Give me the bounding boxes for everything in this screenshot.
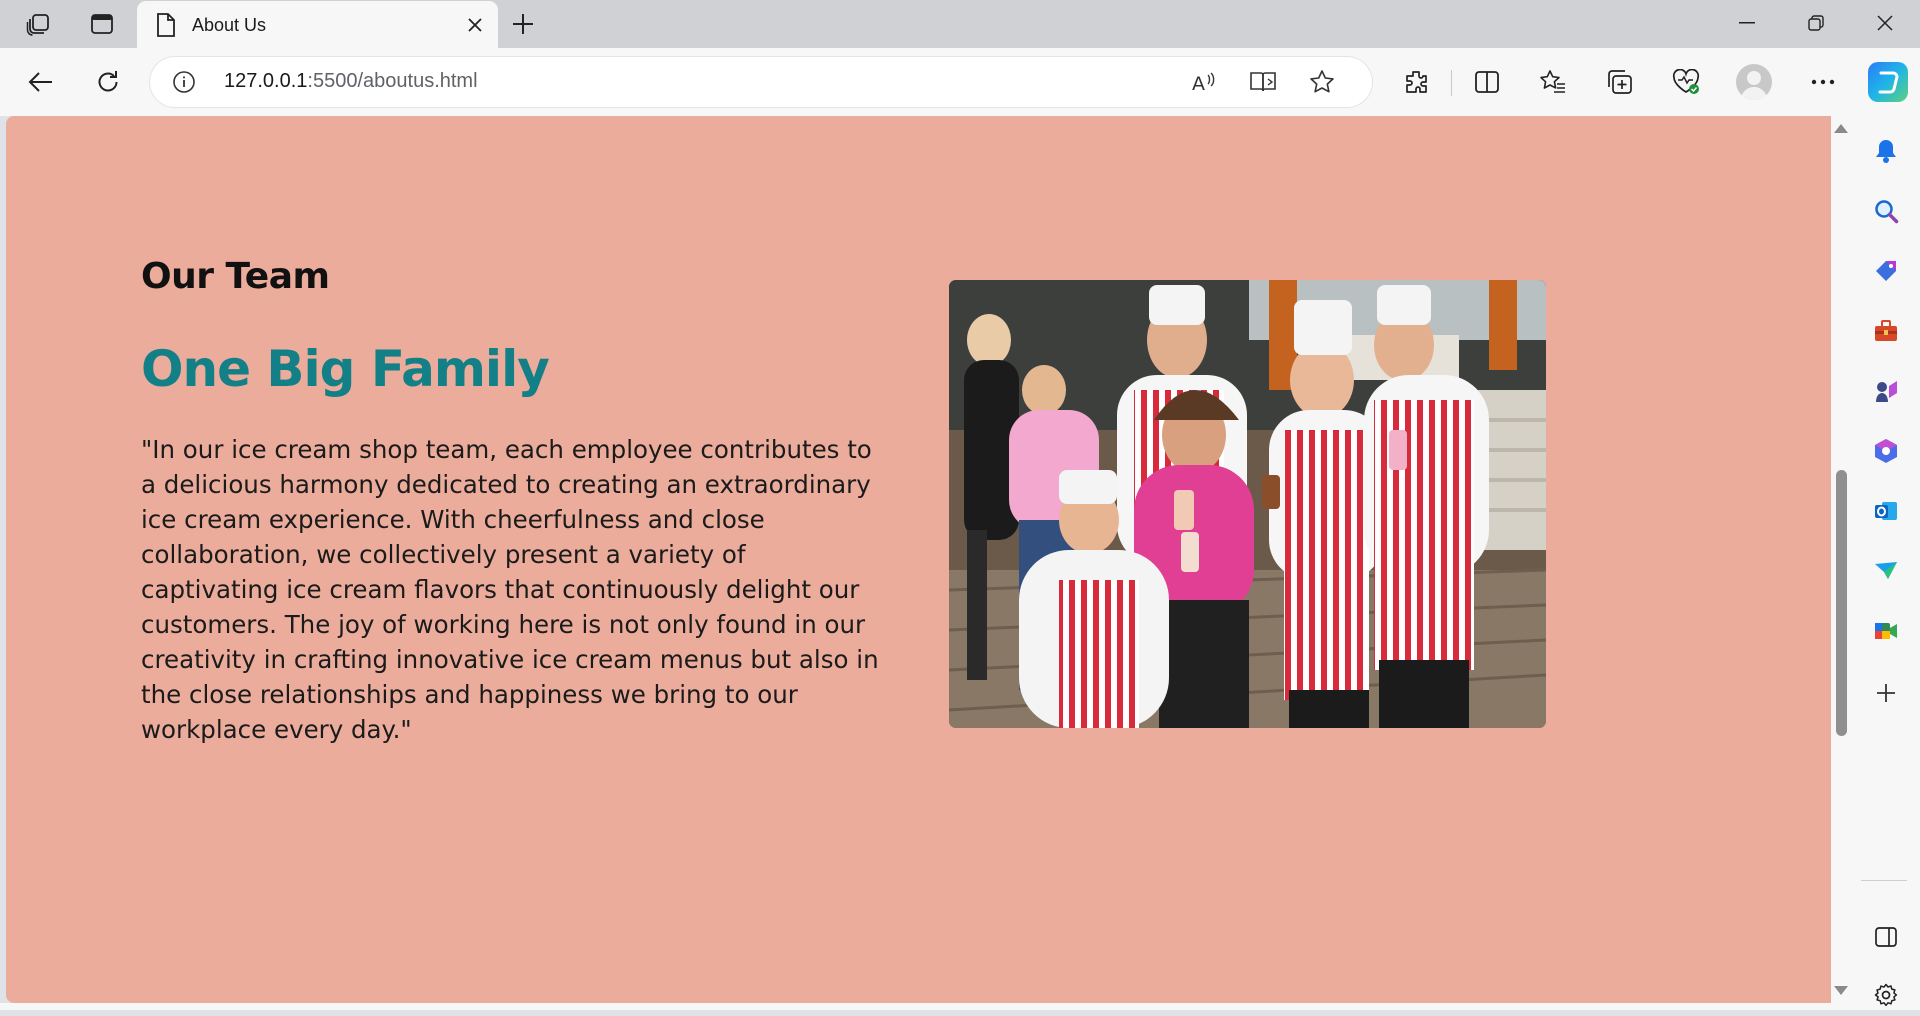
outlook-icon[interactable] xyxy=(1865,490,1907,532)
collections-icon[interactable] xyxy=(1600,62,1640,102)
page-favicon-icon xyxy=(155,13,177,42)
meet-icon[interactable] xyxy=(1865,610,1907,652)
tab-title: About Us xyxy=(192,15,267,35)
profile-icon[interactable] xyxy=(1736,64,1772,100)
page-scrollbar[interactable] xyxy=(1831,116,1851,1003)
notifications-icon[interactable] xyxy=(1865,130,1907,172)
close-icon[interactable] xyxy=(462,12,488,38)
window-bottom-edge xyxy=(0,1003,1851,1010)
workspaces-icon[interactable] xyxy=(20,8,58,40)
games-icon[interactable] xyxy=(1865,370,1907,412)
window-close-icon[interactable] xyxy=(1851,0,1919,46)
active-tab[interactable]: About Us xyxy=(137,1,498,48)
scroll-up-arrow-icon[interactable] xyxy=(1834,124,1848,133)
search-icon[interactable] xyxy=(1865,190,1907,232)
split-screen-icon[interactable] xyxy=(1467,62,1507,102)
copilot-icon[interactable] xyxy=(1868,62,1908,102)
info-icon[interactable] xyxy=(172,70,196,99)
tab-actions-icon[interactable] xyxy=(83,8,121,40)
browser-essentials-icon[interactable] xyxy=(1666,62,1706,102)
immersive-reader-icon[interactable] xyxy=(1247,67,1279,97)
section-label: Our Team xyxy=(141,256,330,297)
team-quote: "In our ice cream shop team, each employ… xyxy=(141,435,879,744)
team-text-column: Our Team One Big Family "In our ice crea… xyxy=(141,256,901,747)
plus-icon[interactable] xyxy=(506,8,540,40)
url-host: 127.0.0.1 xyxy=(224,70,308,92)
extensions-icon[interactable] xyxy=(1396,62,1436,102)
scroll-down-arrow-icon[interactable] xyxy=(1834,986,1848,995)
more-icon[interactable] xyxy=(1803,62,1843,102)
tools-icon[interactable] xyxy=(1865,310,1907,352)
team-photo xyxy=(949,280,1546,728)
back-icon[interactable] xyxy=(21,62,61,102)
add-icon[interactable] xyxy=(1865,672,1907,714)
favorites-icon[interactable] xyxy=(1533,62,1573,102)
svg-text:A: A xyxy=(1192,73,1205,93)
favorite-star-icon[interactable] xyxy=(1306,67,1338,97)
page-headline: One Big Family xyxy=(141,340,550,398)
refresh-icon[interactable] xyxy=(88,62,128,102)
microsoft365-icon[interactable] xyxy=(1865,430,1907,472)
toolbar-divider xyxy=(1451,70,1452,96)
tab-strip: About Us xyxy=(0,0,1920,48)
browser-toolbar: 127.0.0.1:5500/aboutus.html A xyxy=(0,48,1920,116)
url-text[interactable]: 127.0.0.1:5500/aboutus.html xyxy=(224,70,478,93)
scrollbar-thumb[interactable] xyxy=(1836,470,1847,736)
sidebar-divider xyxy=(1861,880,1907,881)
minimize-icon[interactable] xyxy=(1713,0,1781,46)
address-bar[interactable]: 127.0.0.1:5500/aboutus.html A xyxy=(150,57,1372,107)
url-path: :5500/aboutus.html xyxy=(307,70,478,92)
shopping-icon[interactable] xyxy=(1865,250,1907,292)
page-viewport: Our Team One Big Family "In our ice crea… xyxy=(6,116,1831,1003)
read-aloud-icon[interactable]: A xyxy=(1188,67,1220,97)
edge-sidebar xyxy=(1851,116,1920,1010)
drop-icon[interactable] xyxy=(1865,550,1907,592)
sidebar-toggle-icon[interactable] xyxy=(1865,916,1907,958)
restore-icon[interactable] xyxy=(1782,0,1850,46)
